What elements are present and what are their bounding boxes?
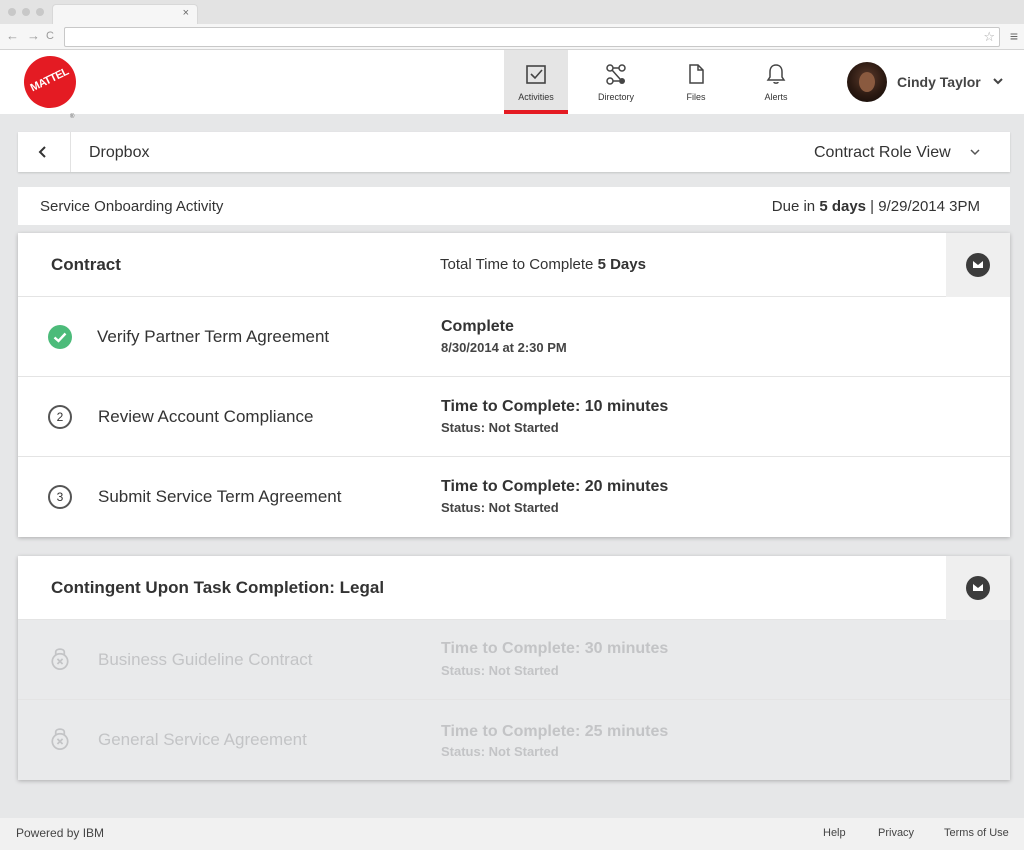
lock-icon (51, 648, 69, 670)
chevron-down-icon[interactable] (969, 146, 981, 158)
task-name: Verify Partner Term Agreement (97, 327, 330, 346)
footer: Powered by IBM Help Privacy Terms of Use (0, 818, 1024, 850)
nav-files-label: Files (686, 92, 706, 102)
avatar[interactable] (847, 62, 887, 102)
chevron-left-icon (38, 146, 46, 158)
avatar-face (859, 72, 875, 92)
forward-arrow-icon[interactable]: → (27, 28, 40, 43)
mail-icon (966, 576, 990, 600)
logo-text: MATTEL (28, 65, 71, 95)
task-name: General Service Agreement (98, 730, 307, 749)
tab-close-icon[interactable]: × (183, 7, 189, 19)
task-detail: Status: Not Started (441, 500, 559, 515)
task-status: Time to Complete: 25 minutes (441, 723, 669, 740)
contract-card: Contract Total Time to Complete 5 Days V… (18, 233, 1010, 537)
app-header: MATTEL ® Activities Directory Files Aler (0, 50, 1024, 120)
browser-tab[interactable]: × (52, 4, 198, 24)
browser-tab-strip: × (0, 0, 1024, 24)
task-row[interactable]: 3 Submit Service Term Agreement Time to … (18, 457, 1010, 537)
due-prefix: Due in (771, 198, 820, 215)
activity-title: Service Onboarding Activity (40, 198, 224, 215)
back-button[interactable] (18, 132, 71, 172)
page-title: Dropbox (89, 144, 150, 161)
total-time: Total Time to Complete 5 Days (440, 256, 646, 273)
bell-icon (766, 64, 786, 84)
checkbox-icon (526, 65, 546, 84)
nav-directory[interactable]: Directory (584, 50, 648, 114)
nav-directory-label: Directory (597, 92, 634, 102)
browser-menu-icon[interactable]: ≡ (1010, 28, 1018, 44)
contract-card-header: Contract Total Time to Complete 5 Days (18, 233, 1010, 297)
chevron-down-icon[interactable] (992, 75, 1004, 87)
activity-header: Service Onboarding Activity Due in 5 day… (18, 187, 1010, 225)
due-separator: | (866, 198, 879, 215)
nav-activities-label: Activities (518, 92, 554, 102)
locked-task-row: Business Guideline Contract Time to Comp… (18, 620, 1010, 700)
role-view-selector[interactable]: Contract Role View (814, 144, 951, 162)
network-icon (606, 64, 626, 85)
window-zoom-dot[interactable] (36, 8, 44, 16)
footer-link-help[interactable]: Help (823, 827, 846, 839)
window-minimize-dot[interactable] (22, 8, 30, 16)
nav-alerts[interactable]: Alerts (744, 50, 808, 114)
task-detail: Status: Not Started (441, 663, 559, 678)
task-name: Submit Service Term Agreement (98, 487, 342, 506)
footer-link-terms[interactable]: Terms of Use (944, 827, 1009, 839)
step-number-badge: 3 (48, 485, 72, 509)
nav-activities[interactable]: Activities (504, 50, 568, 114)
footer-link-privacy[interactable]: Privacy (878, 827, 914, 839)
task-detail: Status: Not Started (441, 744, 559, 759)
due-days: 5 days (819, 198, 867, 215)
mail-icon (966, 253, 990, 277)
contract-title: Contract (51, 255, 121, 274)
address-bar[interactable]: ☆ (64, 27, 1000, 47)
total-time-value: 5 Days (597, 256, 646, 273)
bookmark-star-icon[interactable]: ☆ (983, 29, 995, 45)
task-row[interactable]: Verify Partner Term Agreement Complete 8… (18, 297, 1010, 377)
locked-task-row: General Service Agreement Time to Comple… (18, 700, 1010, 780)
task-status: Time to Complete: 30 minutes (441, 640, 669, 657)
mattel-logo[interactable]: MATTEL (19, 51, 81, 113)
breadcrumb: Dropbox Contract Role View (18, 132, 1010, 172)
check-circle-icon (48, 325, 72, 349)
due-date: 9/29/2014 3PM (878, 198, 980, 215)
task-status: Time to Complete: 20 minutes (441, 478, 669, 495)
contingent-card-header: Contingent Upon Task Completion: Legal (18, 556, 1010, 620)
browser-toolbar: ← → C ☆ ≡ (0, 24, 1024, 50)
task-detail: Status: Not Started (441, 420, 559, 435)
user-name[interactable]: Cindy Taylor (897, 74, 981, 90)
nav-alerts-label: Alerts (764, 92, 788, 102)
file-icon (689, 64, 704, 84)
lock-icon (51, 728, 69, 750)
nav-files[interactable]: Files (664, 50, 728, 114)
back-arrow-icon[interactable]: ← (6, 28, 19, 43)
step-number-badge: 2 (48, 405, 72, 429)
task-status: Complete (441, 318, 514, 335)
powered-by: Powered by IBM (16, 826, 105, 840)
contingent-card: Contingent Upon Task Completion: Legal B… (18, 556, 1010, 780)
task-row[interactable]: 2 Review Account Compliance Time to Comp… (18, 377, 1010, 457)
task-status: Time to Complete: 10 minutes (441, 398, 669, 415)
due-info: Due in 5 days | 9/29/2014 3PM (772, 198, 980, 215)
task-name: Business Guideline Contract (98, 650, 313, 669)
window-close-dot[interactable] (8, 8, 16, 16)
contingent-title: Contingent Upon Task Completion: Legal (51, 578, 385, 597)
task-detail: 8/30/2014 at 2:30 PM (441, 340, 567, 355)
message-button[interactable] (946, 233, 1010, 297)
logo-registered-mark: ® (70, 114, 75, 120)
message-button[interactable] (946, 556, 1010, 620)
reload-icon[interactable]: C (46, 30, 54, 42)
task-name: Review Account Compliance (98, 407, 314, 426)
total-time-label: Total Time to Complete (440, 256, 598, 273)
